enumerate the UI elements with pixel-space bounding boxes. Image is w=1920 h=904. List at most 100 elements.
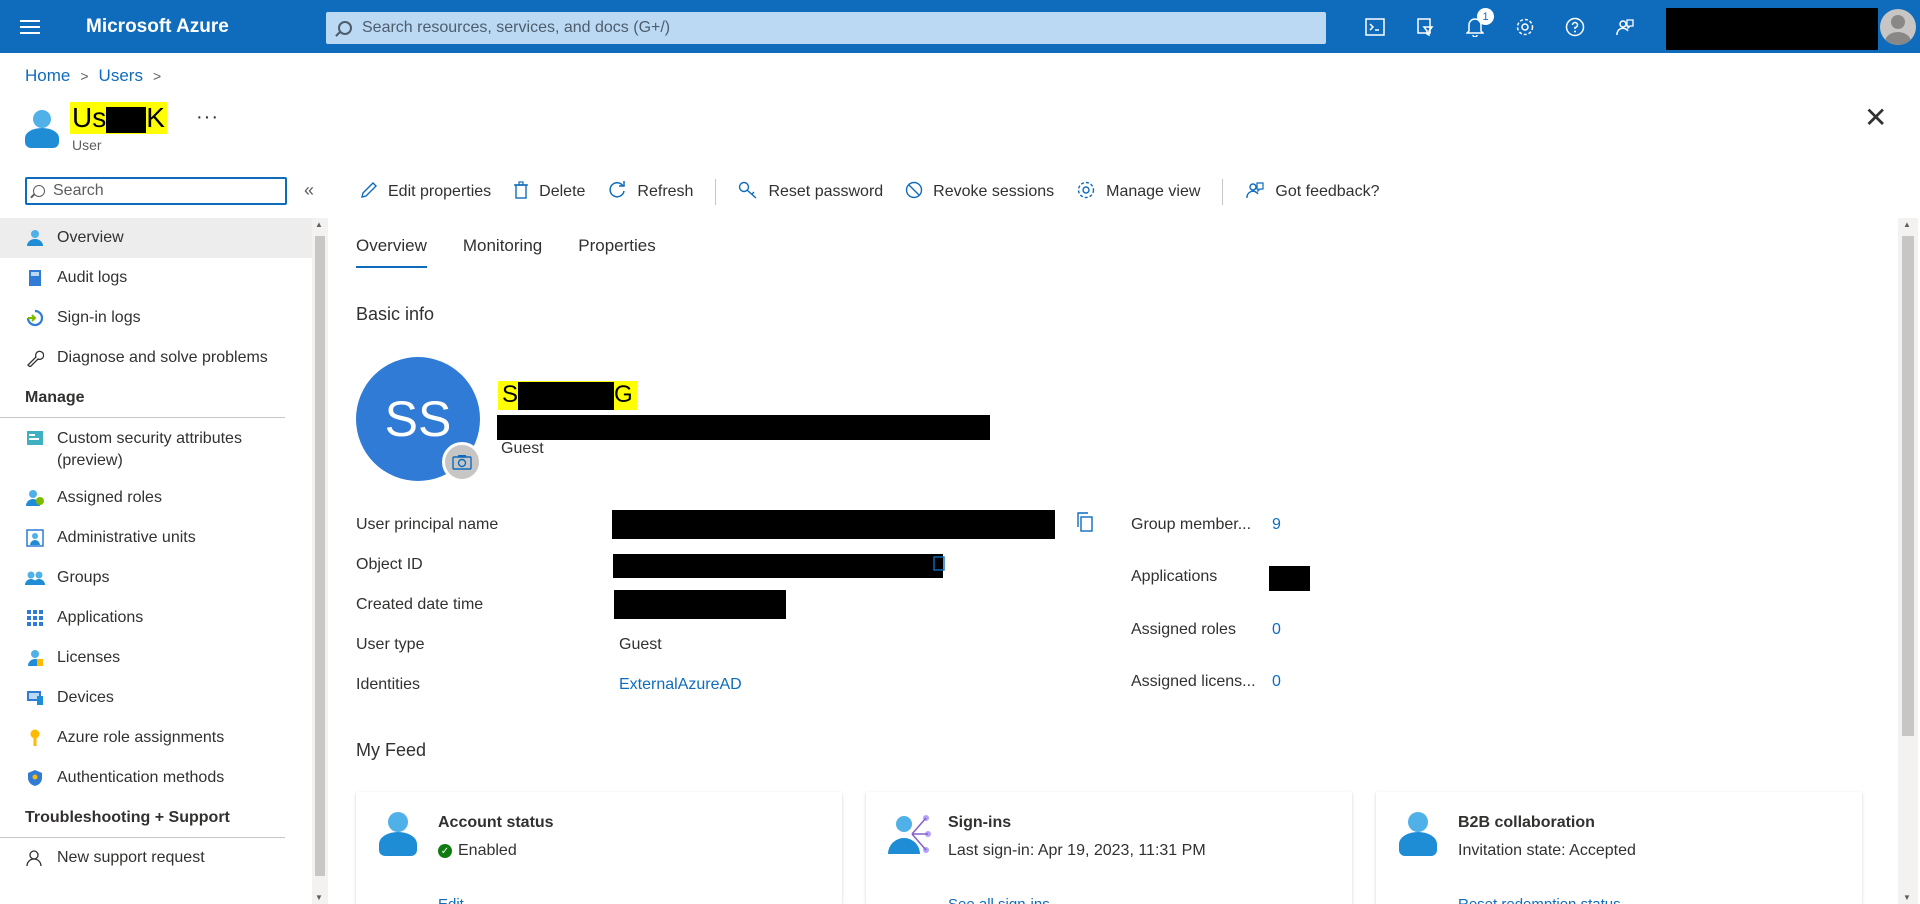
command-bar: Edit properties Delete Refresh Reset pas…	[360, 178, 1401, 206]
revoke-sessions-button[interactable]: Revoke sessions	[905, 181, 1054, 204]
identities-label: Identities	[356, 676, 421, 693]
sign-ins-icon	[886, 810, 931, 858]
edit-properties-label: Edit properties	[388, 183, 492, 200]
sidebar-item-groups[interactable]: Groups	[0, 558, 312, 598]
user-icon	[376, 810, 420, 858]
licenses-icon	[25, 648, 45, 668]
sidebar-item-label: Overview	[57, 229, 124, 246]
tab-monitoring[interactable]: Monitoring	[463, 236, 542, 268]
sidebar-item-assigned-roles[interactable]: Assigned roles	[0, 478, 312, 518]
help-question-icon[interactable]	[1550, 0, 1600, 53]
copy-icon[interactable]	[932, 554, 946, 577]
tab-properties[interactable]: Properties	[578, 236, 655, 268]
trash-icon	[513, 180, 529, 204]
sidebar-section-support: Troubleshooting + Support	[0, 798, 285, 838]
more-options-button[interactable]: ···	[196, 106, 219, 129]
created-date-label: Created date time	[356, 596, 484, 613]
group-memberships-value[interactable]: 9	[1272, 516, 1281, 534]
copy-icon[interactable]	[1076, 512, 1094, 537]
support-icon	[25, 848, 45, 868]
cloud-shell-icon[interactable]	[1350, 0, 1400, 53]
feed-card-link[interactable]: Edit	[438, 896, 464, 904]
sidebar-item-audit-logs[interactable]: Audit logs	[0, 258, 312, 298]
sidebar-item-authentication-methods[interactable]: Authentication methods	[0, 758, 312, 798]
feed-card-title: Sign-ins	[948, 814, 1012, 831]
sidebar-scroll-thumb[interactable]	[315, 236, 325, 876]
feed-card-status: Invitation state: Accepted	[1458, 842, 1636, 859]
refresh-label: Refresh	[637, 183, 694, 200]
sidebar-item-label: Assigned roles	[57, 489, 162, 506]
roles-icon	[25, 488, 45, 508]
feed-card-title: B2B collaboration	[1458, 814, 1595, 831]
global-search-input[interactable]: Search resources, services, and docs (G+…	[326, 12, 1326, 44]
reset-password-button[interactable]: Reset password	[738, 181, 883, 204]
assigned-licenses-value[interactable]: 0	[1272, 673, 1281, 691]
sidebar-item-label: Diagnose and solve problems	[57, 349, 268, 366]
feed-card-title: Account status	[438, 814, 554, 831]
portal-brand[interactable]: Microsoft Azure	[86, 16, 326, 38]
sidebar-item-diagnose[interactable]: Diagnose and solve problems	[0, 338, 312, 378]
scroll-up-icon[interactable]: ▲	[1903, 220, 1911, 229]
feed-card-link[interactable]: Reset redemption status	[1458, 896, 1621, 904]
feed-card-account-status: Account status ✓ Enabled Edit	[356, 792, 842, 904]
breadcrumb-home-link[interactable]: Home	[25, 66, 70, 86]
sidebar-item-label: Audit logs	[57, 269, 128, 286]
account-status-value: Enabled	[458, 842, 517, 859]
sidebar-item-new-support-request[interactable]: New support request	[0, 838, 312, 878]
sidebar-item-label: Sign-in logs	[57, 309, 141, 326]
main-scroll-thumb[interactable]	[1902, 236, 1914, 736]
command-separator	[1222, 179, 1224, 205]
notifications-bell-icon[interactable]: 1	[1450, 0, 1500, 53]
shield-icon	[25, 768, 45, 788]
sidebar-item-label: Authentication methods	[57, 769, 225, 786]
camera-icon[interactable]	[442, 442, 482, 482]
breadcrumb: Home > Users >	[25, 66, 171, 86]
breadcrumb-users-link[interactable]: Users	[99, 66, 143, 86]
feedback-icon[interactable]	[1600, 0, 1650, 53]
sidebar-item-overview[interactable]: Overview	[0, 218, 312, 258]
chevron-right-icon: >	[80, 68, 89, 84]
directory-filter-icon[interactable]	[1400, 0, 1450, 53]
sidebar-item-applications[interactable]: Applications	[0, 598, 312, 638]
basic-info-heading: Basic info	[356, 304, 435, 324]
sidebar-item-devices[interactable]: Devices	[0, 678, 312, 718]
account-avatar[interactable]	[1880, 9, 1916, 45]
sidebar-item-sign-in-logs[interactable]: Sign-in logs	[0, 298, 312, 338]
main-scrollbar[interactable]: ▲ ▼	[1898, 218, 1918, 904]
sidebar-item-label: New support request	[57, 849, 205, 866]
tab-strip: Overview Monitoring Properties	[356, 236, 692, 268]
identities-link[interactable]: ExternalAzureAD	[619, 676, 742, 694]
redacted-block	[518, 381, 615, 410]
tab-overview[interactable]: Overview	[356, 236, 427, 268]
profile-user-type: Guest	[501, 440, 544, 457]
sidebar-item-administrative-units[interactable]: Administrative units	[0, 518, 312, 558]
feed-card-link[interactable]: See all sign-ins	[948, 896, 1050, 904]
got-feedback-label: Got feedback?	[1275, 183, 1380, 200]
account-info-redacted[interactable]	[1666, 8, 1878, 50]
got-feedback-button[interactable]: Got feedback?	[1245, 180, 1379, 205]
feed-card-status: Last sign-in: Apr 19, 2023, 11:31 PM	[948, 842, 1206, 859]
user-icon	[1396, 810, 1440, 858]
collapse-sidebar-button[interactable]: «	[304, 180, 314, 201]
scroll-down-icon[interactable]: ▼	[315, 893, 323, 902]
edit-properties-button[interactable]: Edit properties	[360, 181, 491, 204]
assigned-licenses-label: Assigned licens...	[1131, 673, 1256, 690]
profile-display-name: SG	[498, 381, 637, 410]
sidebar-item-label: Administrative units	[57, 529, 196, 546]
scroll-up-icon[interactable]: ▲	[315, 220, 323, 229]
delete-button[interactable]: Delete	[513, 180, 585, 204]
sidebar-item-licenses[interactable]: Licenses	[0, 638, 312, 678]
sidebar-item-custom-security-attributes[interactable]: Custom security attributes (preview)	[0, 418, 312, 478]
sidebar-search-input[interactable]: Search	[25, 177, 287, 205]
hamburger-menu-icon[interactable]	[0, 0, 60, 53]
scroll-down-icon[interactable]: ▼	[1903, 893, 1911, 902]
assigned-roles-value[interactable]: 0	[1272, 621, 1281, 639]
sidebar-item-azure-role-assignments[interactable]: Azure role assignments	[0, 718, 312, 758]
close-blade-button[interactable]: ✕	[1864, 104, 1887, 132]
reset-password-label: Reset password	[768, 183, 884, 200]
refresh-button[interactable]: Refresh	[607, 180, 693, 205]
manage-view-button[interactable]: Manage view	[1076, 180, 1200, 205]
sidebar-scrollbar[interactable]: ▲ ▼	[312, 218, 328, 904]
top-bar: Microsoft Azure Search resources, servic…	[0, 0, 1920, 53]
settings-gear-icon[interactable]	[1500, 0, 1550, 53]
